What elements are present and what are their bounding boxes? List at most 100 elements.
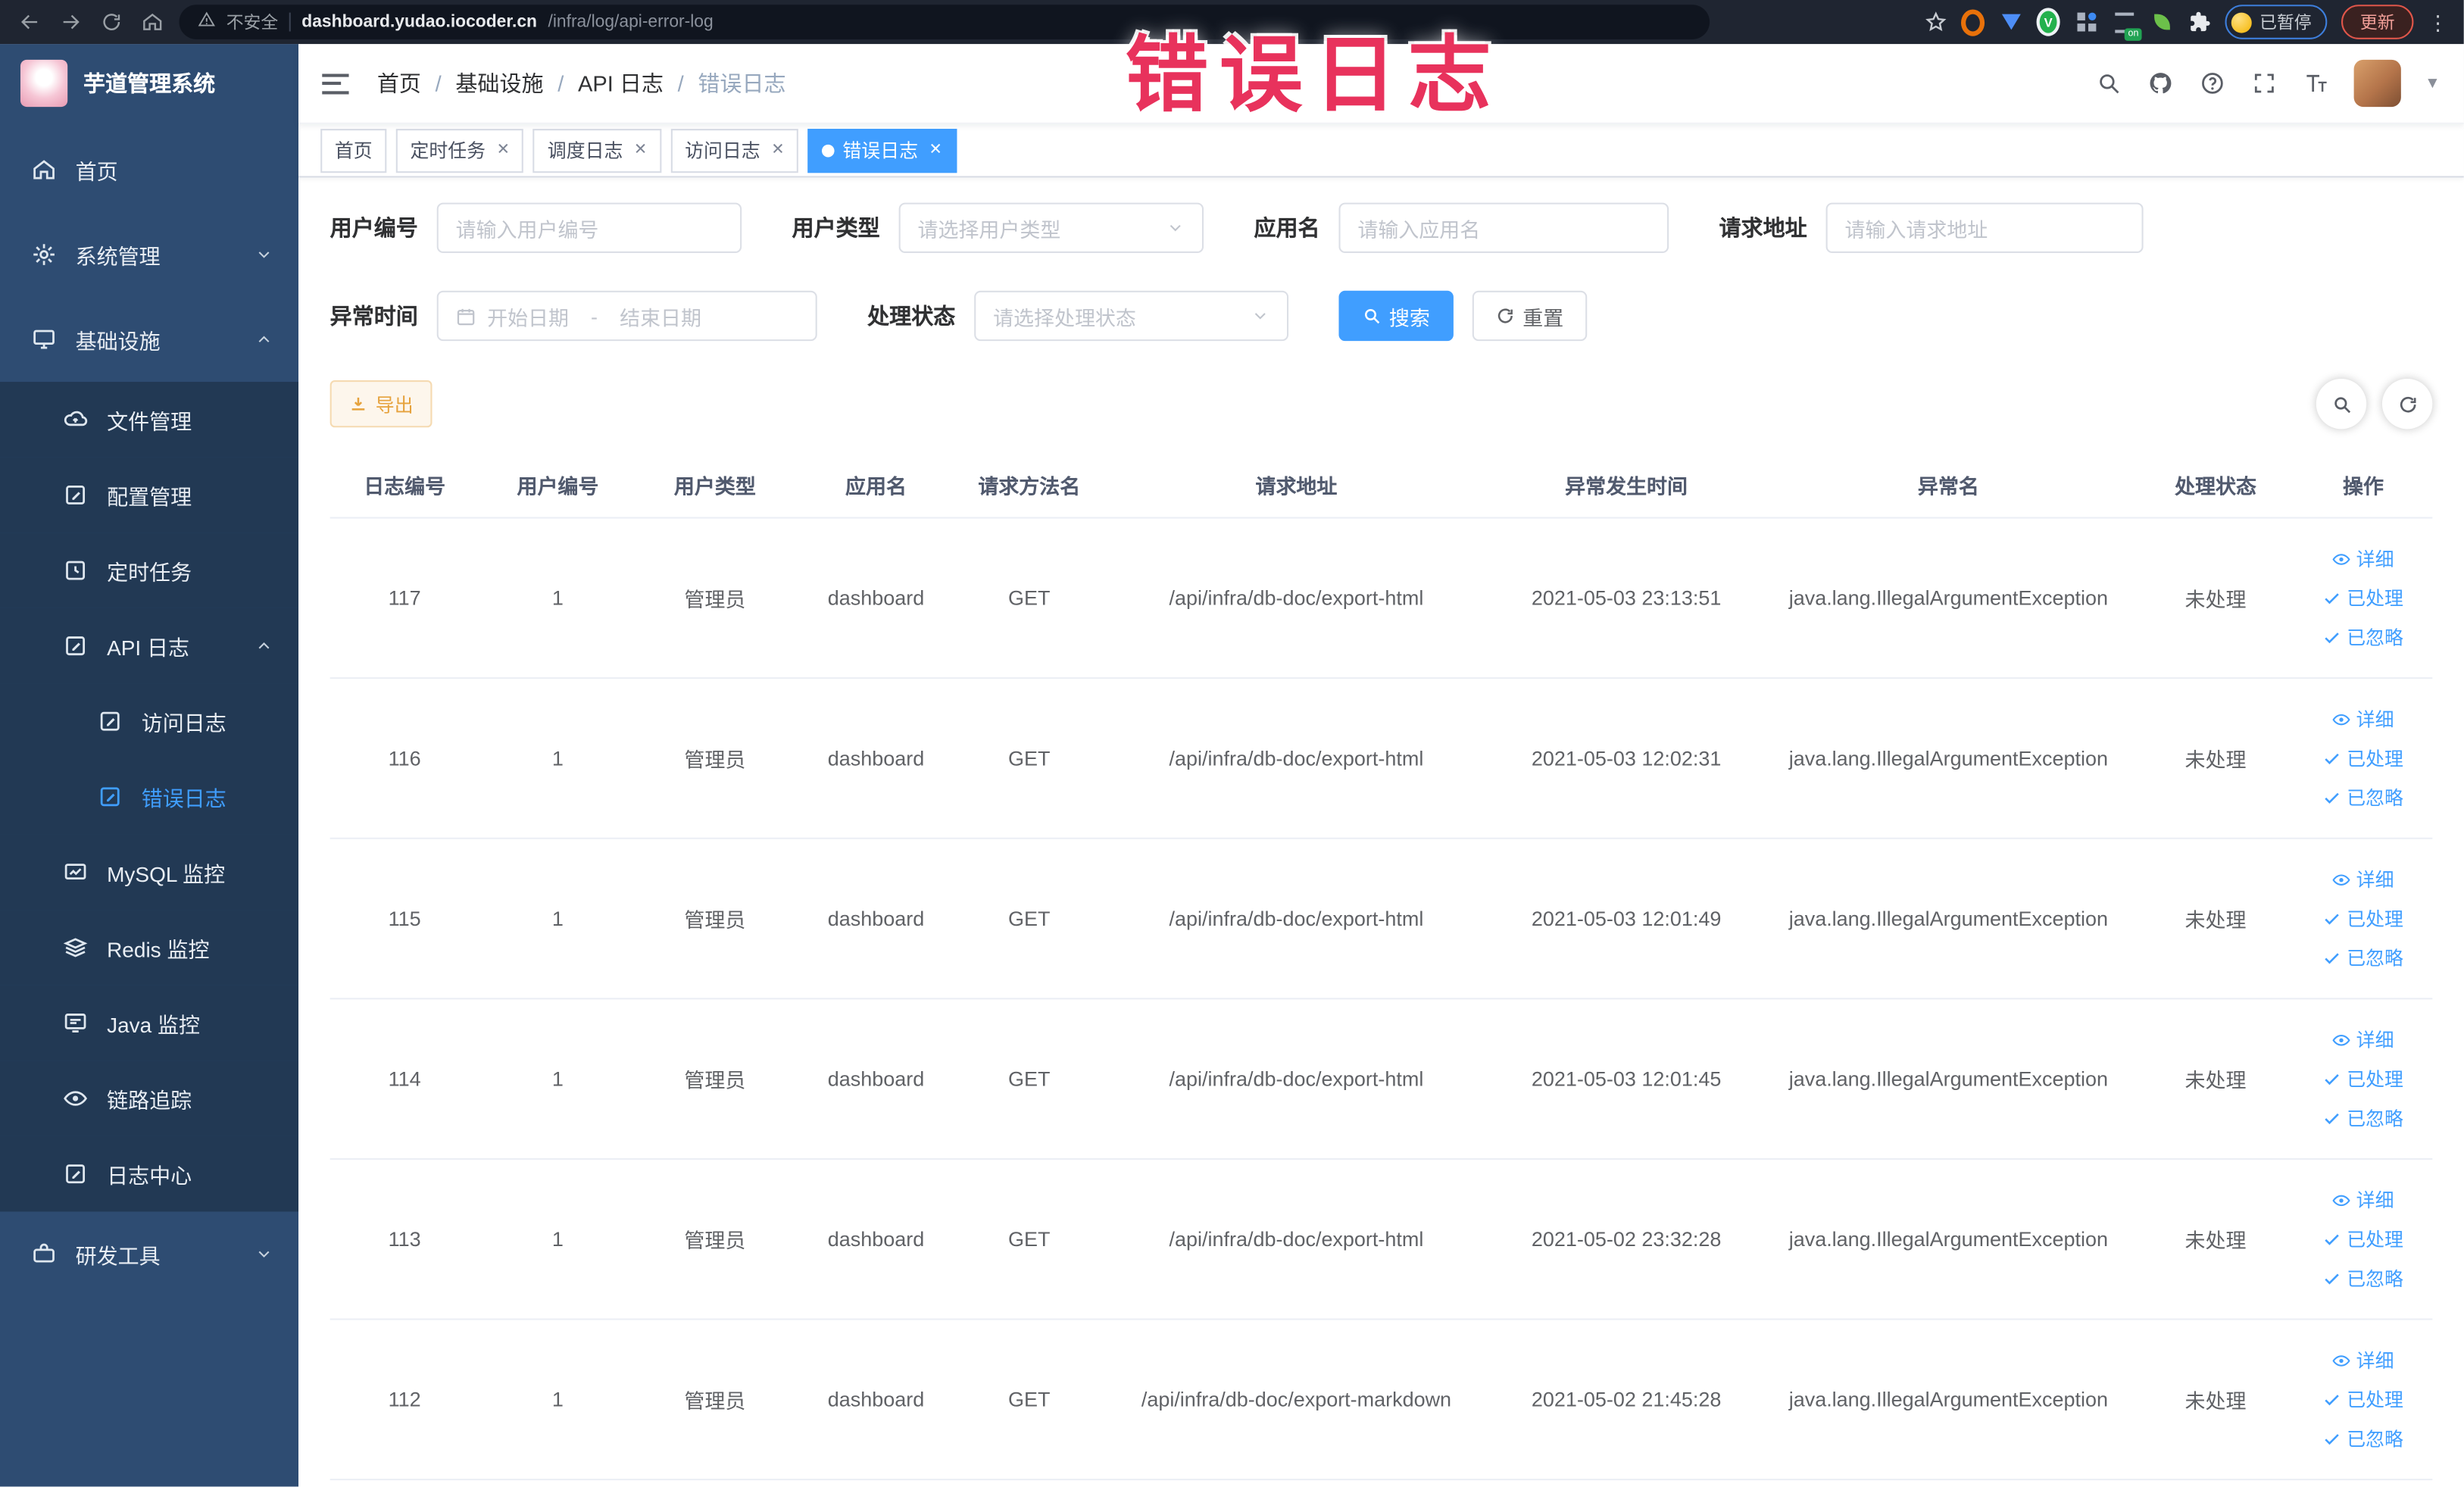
home-icon[interactable] <box>139 8 167 36</box>
fullscreen-icon[interactable] <box>2250 69 2278 97</box>
address-bar[interactable]: 不安全 dashboard.yudao.iocoder.cn/infra/log… <box>179 5 1710 39</box>
toggle-search-icon[interactable] <box>2316 378 2367 430</box>
detail-action-link[interactable]: 详细 <box>2333 705 2394 732</box>
app-name-label: 应用名 <box>1254 215 1320 241</box>
process-action-link[interactable]: 已处理 <box>2323 1386 2403 1413</box>
table-cell: 管理员 <box>684 908 746 932</box>
font-size-icon[interactable] <box>2302 69 2330 97</box>
extension-blue-icon[interactable] <box>1999 10 2022 33</box>
tab-close-icon[interactable]: ✕ <box>497 142 510 159</box>
browser-menu-kebab-icon[interactable]: ⋮ <box>2428 12 2448 33</box>
breadcrumb-item[interactable]: 首页 <box>377 67 421 98</box>
sidebar-item-job[interactable]: 定时任务 <box>0 533 299 608</box>
sidebar-item-home[interactable]: 首页 <box>0 127 298 212</box>
tab-close-icon[interactable]: ✕ <box>771 142 784 159</box>
process-action-link[interactable]: 已处理 <box>2323 1226 2403 1252</box>
sidebar-item-infra[interactable]: 基础设施 <box>0 297 298 382</box>
table-cell: 2021-05-03 23:13:51 <box>1531 586 1722 610</box>
table-cell: java.lang.IllegalArgumentException <box>1788 586 2109 610</box>
ignore-action-link[interactable]: 已忽略 <box>2323 624 2403 651</box>
profile-paused-badge[interactable]: 已暂停 <box>2225 5 2328 39</box>
column-header: 异常名 <box>1917 473 1979 498</box>
app-name-input[interactable]: 请输入应用名 <box>1338 202 1669 253</box>
update-button[interactable]: 更新 <box>2341 5 2414 39</box>
tab-job-log[interactable]: 调度日志 ✕ <box>533 128 662 173</box>
filter-row-2: 异常时间 开始日期 - 结束日期 处理状态 请选择处理状态 搜索 重置 <box>330 290 2433 342</box>
extension-on-icon[interactable]: on <box>2112 10 2142 40</box>
process-action-link[interactable]: 已处理 <box>2323 1066 2403 1092</box>
sidebar-item-api-log[interactable]: API 日志 <box>0 608 299 684</box>
sidebar-item-log-center[interactable]: 日志中心 <box>0 1136 299 1212</box>
sidebar-item-label: API 日志 <box>107 636 190 661</box>
process-action-link[interactable]: 已处理 <box>2323 585 2403 611</box>
eye-icon <box>2333 870 2352 889</box>
extensions-puzzle-icon[interactable] <box>2188 10 2211 33</box>
request-url-input[interactable]: 请输入请求地址 <box>1825 202 2144 253</box>
tab-job[interactable]: 定时任务 ✕ <box>395 128 524 173</box>
github-icon[interactable] <box>2147 69 2175 97</box>
check-icon <box>2323 1390 2342 1409</box>
avatar-caret-down-icon[interactable]: ▼ <box>2425 75 2441 92</box>
ignore-action-link[interactable]: 已忽略 <box>2323 1265 2403 1292</box>
tab-close-icon[interactable]: ✕ <box>929 142 942 159</box>
tab-access-log[interactable]: 访问日志 ✕ <box>670 128 799 173</box>
process-action-link[interactable]: 已处理 <box>2323 745 2403 771</box>
edit-square-icon <box>63 483 88 508</box>
export-button[interactable]: 导出 <box>329 380 433 428</box>
sidebar-item-config[interactable]: 配置管理 <box>0 457 299 533</box>
reset-button[interactable]: 重置 <box>1472 290 1588 342</box>
sidebar-item-redis[interactable]: Redis 监控 <box>0 910 299 986</box>
exception-time-range-picker[interactable]: 开始日期 - 结束日期 <box>436 290 817 342</box>
detail-action-link[interactable]: 详细 <box>2333 1186 2394 1213</box>
help-icon[interactable] <box>2198 69 2226 97</box>
logo[interactable]: 芋道管理系统 <box>0 44 298 123</box>
extension-orange-icon[interactable] <box>1960 8 1985 36</box>
ignore-action-link[interactable]: 已忽略 <box>2323 1104 2403 1131</box>
sidebar-item-file[interactable]: 文件管理 <box>0 382 299 458</box>
table-cell: dashboard <box>827 906 925 931</box>
sidebar-item-system[interactable]: 系统管理 <box>0 212 298 297</box>
tab-error-log[interactable]: 错误日志 ✕ <box>807 128 957 173</box>
breadcrumb-item[interactable]: 基础设施 <box>455 67 543 98</box>
detail-action-link[interactable]: 详细 <box>2333 866 2394 892</box>
forward-icon[interactable] <box>57 8 85 36</box>
refresh-table-icon[interactable] <box>2381 378 2433 430</box>
ignore-action-link[interactable]: 已忽略 <box>2323 1426 2403 1452</box>
sidebar-item-label: 定时任务 <box>107 561 192 585</box>
table-cell: dashboard <box>827 1227 925 1251</box>
security-label[interactable]: 不安全 <box>226 9 278 34</box>
header-search-icon[interactable] <box>2095 69 2123 97</box>
hamburger-icon[interactable] <box>322 73 349 94</box>
process-action-link[interactable]: 已处理 <box>2323 905 2403 932</box>
process-status-select[interactable]: 请选择处理状态 <box>974 290 1289 342</box>
user-avatar[interactable] <box>2353 59 2402 108</box>
search-button[interactable]: 搜索 <box>1338 290 1454 342</box>
sidebar-item-label: Java 监控 <box>107 1014 201 1038</box>
calendar-icon <box>456 305 476 326</box>
sidebar-item-dev-tools[interactable]: 研发工具 <box>0 1211 298 1296</box>
detail-action-link[interactable]: 详细 <box>2333 545 2394 572</box>
ignore-action-link[interactable]: 已忽略 <box>2323 945 2403 971</box>
extension-grid-icon[interactable] <box>2074 10 2097 33</box>
detail-action-link[interactable]: 详细 <box>2333 1347 2394 1373</box>
tab-close-icon[interactable]: ✕ <box>634 142 647 159</box>
sidebar-item-access-log[interactable]: 访问日志 <box>0 683 299 759</box>
tab-home[interactable]: 首页 <box>320 128 387 173</box>
toolbox-icon <box>31 1242 56 1267</box>
sidebar-item-trace[interactable]: 链路追踪 <box>0 1061 299 1136</box>
back-icon[interactable] <box>16 8 44 36</box>
reload-icon[interactable] <box>98 8 126 36</box>
user-type-select[interactable]: 请选择用户类型 <box>898 202 1204 253</box>
table-row: 113 1 管理员 dashboard GET/api/infra/db-doc/exp… <box>329 1160 2433 1320</box>
extension-leaf-icon[interactable] <box>2150 10 2173 33</box>
sidebar-item-error-log[interactable]: 错误日志 <box>0 758 299 835</box>
detail-action-link[interactable]: 详细 <box>2333 1026 2394 1053</box>
bookmark-star-icon[interactable] <box>1923 10 1947 33</box>
sidebar-item-java[interactable]: Java 监控 <box>0 985 299 1061</box>
breadcrumb-item[interactable]: API 日志 <box>578 67 664 98</box>
user-id-input[interactable]: 请输入用户编号 <box>436 202 742 253</box>
extension-green-v-icon[interactable]: V <box>2036 8 2060 36</box>
sidebar-item-mysql[interactable]: MySQL 监控 <box>0 834 299 911</box>
ignore-action-link[interactable]: 已忽略 <box>2323 784 2403 811</box>
process-status-label: 处理状态 <box>867 303 956 329</box>
